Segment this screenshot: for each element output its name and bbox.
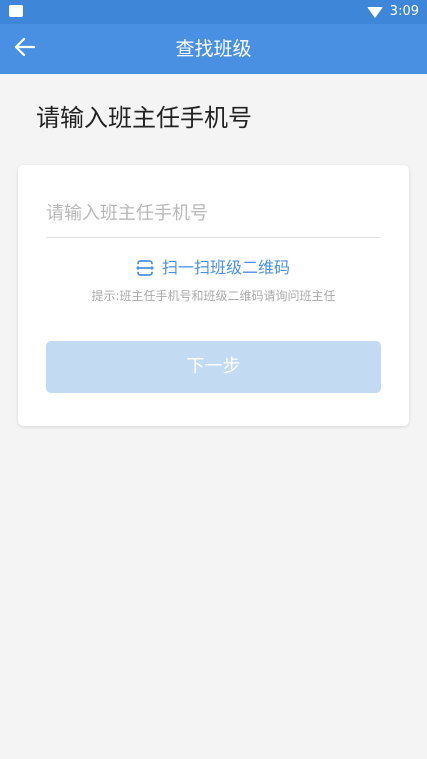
next-button[interactable]: 下一步 (46, 341, 381, 393)
status-time: 3:09 (389, 4, 419, 19)
wifi-icon (366, 6, 383, 18)
app-bar: 查找班级 (0, 24, 427, 74)
status-right: 3:09 (366, 3, 419, 21)
page-heading: 请输入班主任手机号 (36, 104, 252, 132)
status-bar: 3:09 (0, 0, 427, 24)
scan-qr-link[interactable]: 扫一扫班级二维码 (136, 257, 290, 279)
search-card: 扫一扫班级二维码 提示:班主任手机号和班级二维码请询问班主任 下一步 (18, 165, 409, 426)
notification-icon (9, 5, 23, 17)
scan-icon (136, 259, 154, 277)
phone-number-input[interactable] (46, 195, 381, 231)
page-title: 查找班级 (175, 38, 252, 60)
scan-label: 扫一扫班级二维码 (162, 258, 291, 277)
hint-text: 提示:班主任手机号和班级二维码请询问班主任 (91, 289, 336, 303)
input-divider (46, 237, 381, 238)
